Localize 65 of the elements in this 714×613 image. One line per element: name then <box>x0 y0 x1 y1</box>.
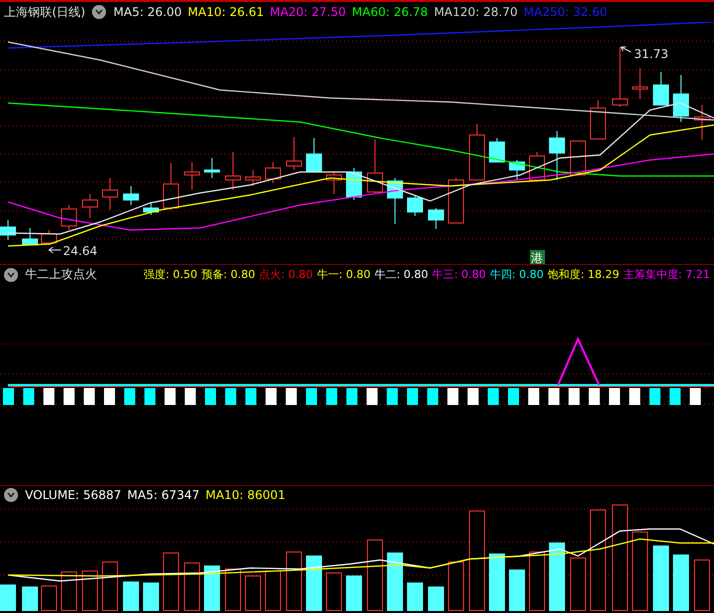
chevron-down-icon <box>7 272 15 278</box>
legend-value: MA60: 26.78 <box>352 5 428 19</box>
candlestick <box>326 170 342 194</box>
candlestick <box>184 162 200 190</box>
chart-title: 上海钢联(日线) <box>4 4 86 20</box>
legend-value: 牛一: 0.80 <box>316 267 370 282</box>
candlestick <box>163 162 179 210</box>
candlestick <box>286 136 302 170</box>
candlestick <box>245 170 261 186</box>
legend-value: MA5: 26.00 <box>113 5 182 19</box>
indicator-title: 牛二上攻点火 <box>25 266 97 283</box>
legend-value: 强度: 0.50 <box>144 267 198 282</box>
collapse-toggle[interactable] <box>92 5 106 19</box>
leader-line <box>48 246 62 254</box>
hk-badge: 港 <box>530 250 545 264</box>
candlestick <box>22 228 38 246</box>
legend-value: VOLUME: 56887 <box>25 488 122 502</box>
candlestick <box>509 160 525 180</box>
collapse-toggle[interactable] <box>4 488 18 502</box>
legend-value: 牛四: 0.80 <box>490 267 544 282</box>
legend-value: MA250: 32.60 <box>524 5 608 19</box>
legend-value: MA10: 26.61 <box>188 5 264 19</box>
candlestick <box>123 186 139 206</box>
legend-value: MA10: 86001 <box>206 488 286 502</box>
candlestick <box>102 178 118 210</box>
candlestick <box>469 124 485 180</box>
legend-value: MA20: 27.50 <box>270 5 346 19</box>
candlestick <box>306 138 322 172</box>
candlestick <box>448 178 464 224</box>
legend-value: 点火: 0.80 <box>259 267 313 282</box>
candlestick <box>632 68 648 100</box>
candlestick <box>570 140 586 176</box>
candlestick <box>61 204 77 230</box>
collapse-toggle[interactable] <box>4 268 18 282</box>
price-label: 24.64 <box>63 244 98 258</box>
candlestick <box>549 130 565 180</box>
candlestick <box>204 158 220 178</box>
candlestick <box>489 138 505 162</box>
candlestick <box>225 152 241 190</box>
legend-value: MA120: 28.70 <box>434 5 518 19</box>
chevron-down-icon <box>95 9 104 15</box>
legend-value: 饱和度: 18.29 <box>548 267 620 282</box>
candlestick <box>143 202 159 216</box>
candlestick <box>367 138 383 194</box>
legend-value: 预备: 0.80 <box>201 267 256 282</box>
candlestick <box>407 194 423 216</box>
candlestick <box>612 46 628 108</box>
candlestick <box>41 230 57 244</box>
legend-value: 牛二: 0.80 <box>374 267 428 282</box>
candlestick <box>653 72 669 106</box>
leader-line <box>620 46 632 52</box>
signal-peak-line <box>557 336 600 386</box>
candlestick <box>590 100 606 140</box>
legend-value: 牛三: 0.80 <box>432 267 486 282</box>
legend-value: MA5: 67347 <box>127 488 200 502</box>
legend-value: 主筹集中度: 7.21 <box>623 267 710 282</box>
candlestick <box>673 74 689 122</box>
chevron-down-icon <box>7 492 15 498</box>
candlestick <box>265 162 281 184</box>
price-label: 31.73 <box>634 47 668 61</box>
candlestick <box>694 104 710 140</box>
candlestick <box>428 208 444 230</box>
candlestick <box>0 220 16 240</box>
candlestick <box>387 178 403 224</box>
candlestick <box>82 194 98 218</box>
